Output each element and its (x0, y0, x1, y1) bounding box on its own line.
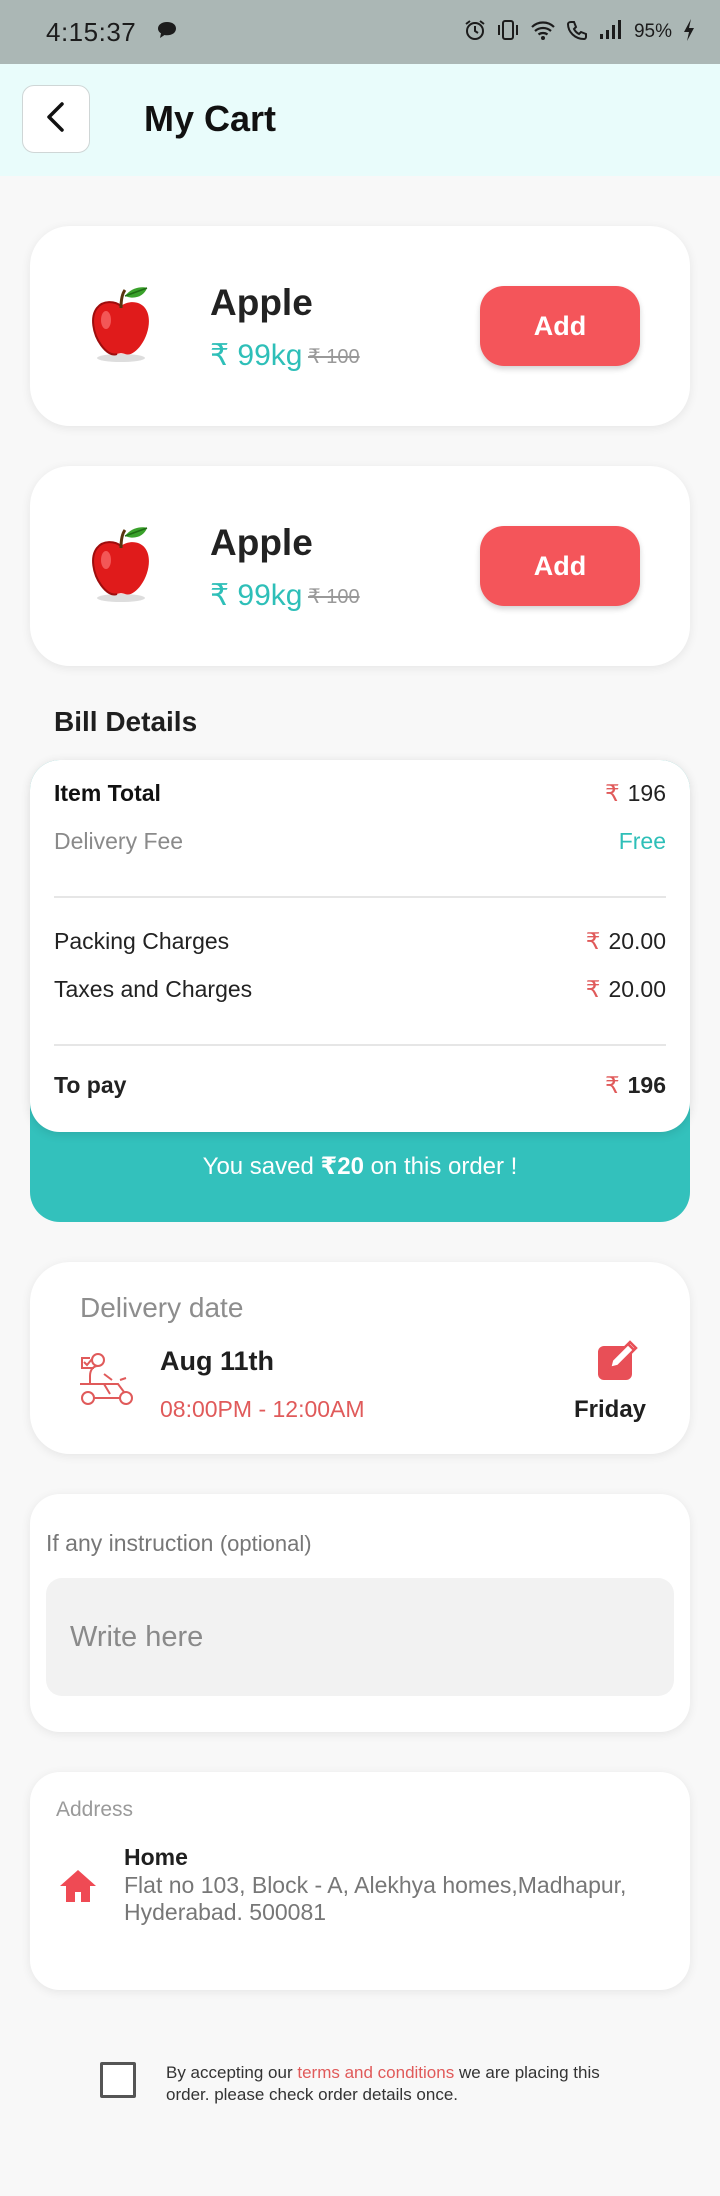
delivery-fee-value: Free (618, 828, 666, 854)
rupee-symbol: ₹ (585, 928, 601, 954)
apple-icon (78, 278, 164, 364)
address-label: Address (56, 1798, 134, 1821)
status-icons: 95% (464, 18, 696, 47)
item-total-row: Item Total ₹196 (54, 780, 666, 807)
delivery-scooter-icon (76, 1350, 138, 1413)
divider (54, 1044, 666, 1046)
status-bar: 4:15:37 95% (0, 0, 720, 64)
address-card[interactable]: Address Home Flat no 103, Block - A, Ale… (30, 1772, 690, 1990)
taxes-value: 20.00 (608, 976, 666, 1002)
address-name: Home (124, 1844, 188, 1870)
packing-charges-label: Packing Charges (54, 928, 230, 954)
product-price: ₹ 99kg (210, 579, 303, 612)
to-pay-value: 196 (627, 1072, 666, 1098)
bill-details-title: Bill Details (54, 706, 198, 737)
savings-prefix: You saved (202, 1153, 321, 1180)
instruction-label-text: If any instruction (46, 1530, 214, 1556)
delivery-time-slot: 08:00PM - 12:00AM (160, 1396, 365, 1422)
back-button[interactable] (22, 85, 90, 153)
rupee-symbol: ₹ (604, 780, 620, 806)
vibrate-icon (496, 19, 520, 46)
apple-icon (78, 518, 164, 604)
delivery-date-label: Delivery date (80, 1292, 244, 1323)
terms-text: By accepting our terms and conditions we… (166, 2062, 626, 2106)
wifi-icon (530, 19, 556, 46)
to-pay-amount: ₹196 (605, 1072, 666, 1099)
to-pay-label: To pay (54, 1072, 127, 1098)
divider (54, 896, 666, 898)
savings-banner: You saved ₹20 on this order ! (30, 1152, 690, 1181)
instruction-input[interactable] (46, 1578, 674, 1696)
optional-tag: (optional) (219, 1531, 312, 1556)
signal-icon (598, 19, 624, 46)
item-total-value: 196 (627, 780, 666, 806)
product-mrp: ₹ 100 (308, 586, 360, 608)
taxes-amount: ₹20.00 (586, 976, 666, 1003)
delivery-fee-label: Delivery Fee (54, 828, 184, 854)
product-name: Apple (210, 282, 313, 323)
cart-item: Apple ₹ 99kg ₹ 100 Add (30, 466, 690, 666)
instruction-card: If any instruction (optional) (30, 1494, 690, 1732)
edit-icon[interactable] (596, 1338, 642, 1387)
chat-bubble-icon (156, 20, 178, 45)
item-total-label: Item Total (54, 780, 161, 806)
taxes-row: Taxes and Charges ₹20.00 (54, 976, 666, 1003)
packing-charges-row: Packing Charges ₹20.00 (54, 928, 666, 955)
delivery-date: Aug 11th (160, 1346, 275, 1376)
page-title: My Cart (144, 98, 277, 139)
bill-card: Item Total ₹196 Delivery Fee Free Packin… (30, 760, 690, 1132)
terms-prefix: By accepting our (166, 2063, 298, 2082)
call-icon (566, 19, 588, 46)
home-icon (58, 1868, 98, 1909)
cart-item: Apple ₹ 99kg ₹ 100 Add (30, 226, 690, 426)
delivery-fee-row: Delivery Fee Free (54, 828, 666, 855)
alarm-icon (464, 19, 486, 46)
product-mrp: ₹ 100 (308, 346, 360, 368)
add-button[interactable]: Add (480, 286, 640, 366)
packing-charges-amount: ₹20.00 (586, 928, 666, 955)
status-time: 4:15:37 (46, 16, 137, 47)
savings-suffix: on this order ! (363, 1153, 518, 1180)
taxes-label: Taxes and Charges (54, 976, 253, 1002)
terms-link[interactable]: terms and conditions (297, 2063, 454, 2082)
rupee-symbol: ₹ (585, 976, 601, 1002)
packing-charges-value: 20.00 (608, 928, 666, 954)
charging-icon (682, 18, 696, 47)
product-price: ₹ 99kg (210, 339, 303, 372)
terms-checkbox[interactable] (100, 2062, 136, 2098)
header: My Cart (0, 64, 720, 176)
product-name: Apple (210, 522, 313, 563)
rupee-symbol: ₹ (604, 1072, 620, 1098)
add-button[interactable]: Add (480, 526, 640, 606)
delivery-day: Friday (574, 1396, 647, 1423)
item-total-amount: ₹196 (605, 780, 666, 807)
address-line: Flat no 103, Block - A, Alekhya homes,Ma… (124, 1872, 627, 1925)
savings-amount: ₹20 (320, 1153, 364, 1180)
to-pay-row: To pay ₹196 (54, 1072, 666, 1099)
battery-level: 95% (633, 21, 672, 42)
delivery-card: Delivery date Aug 11th 08:00PM - 12:00AM… (30, 1262, 690, 1454)
chevron-left-icon (43, 101, 69, 138)
bill-details: Item Total ₹196 Delivery Fee Free Packin… (30, 760, 690, 1222)
instruction-label: If any instruction (optional) (46, 1530, 312, 1557)
